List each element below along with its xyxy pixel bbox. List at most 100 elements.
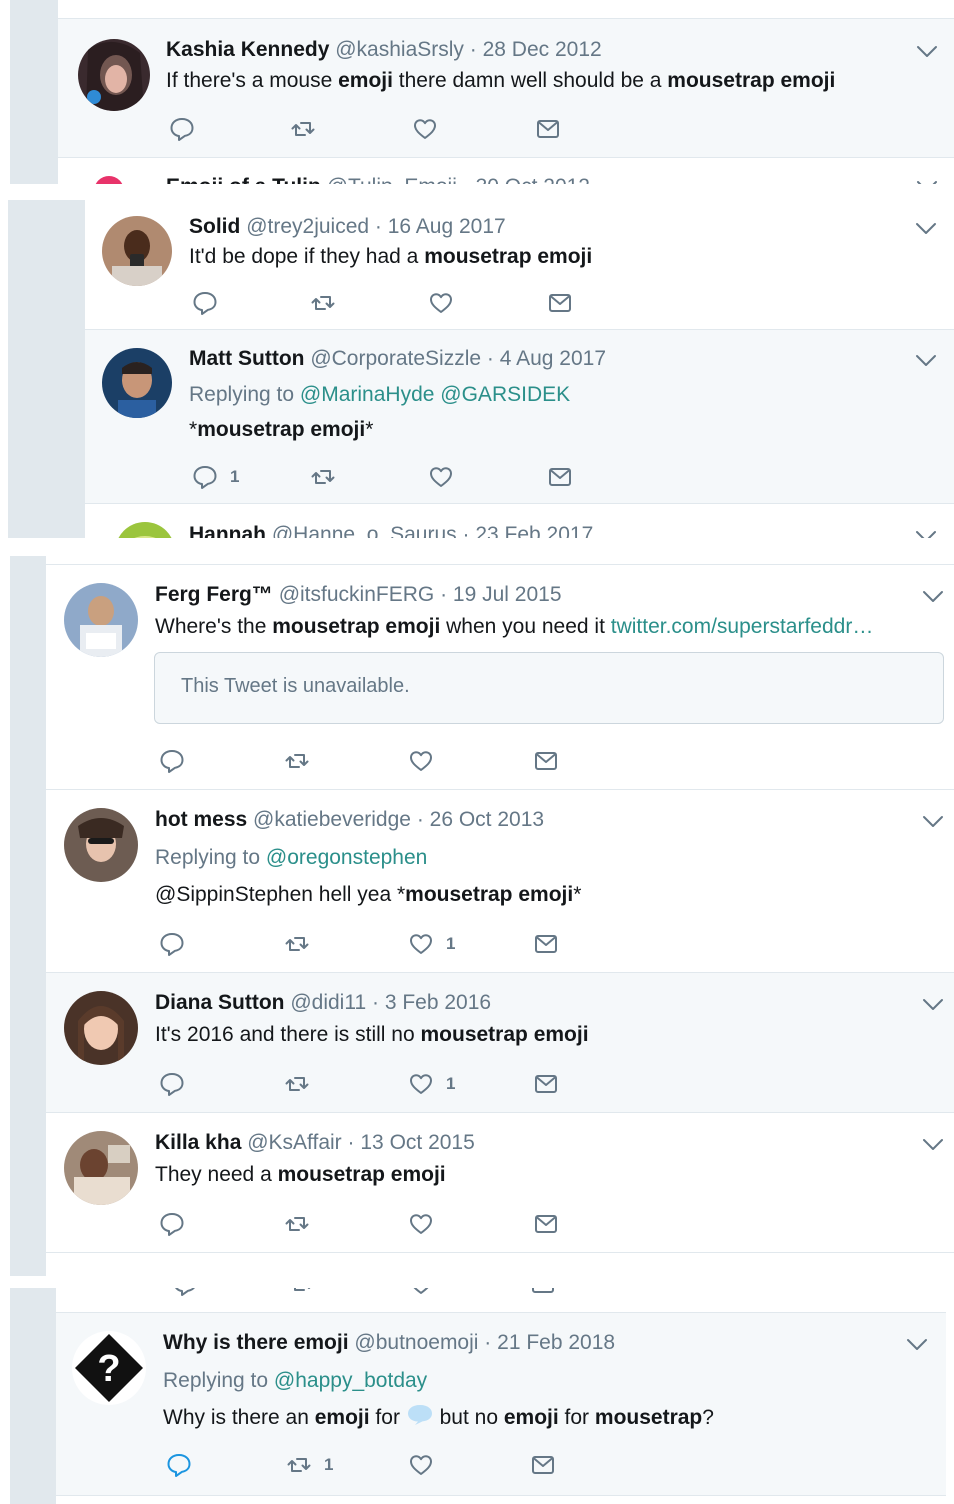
tweet-date[interactable]: 21 Feb 2018 bbox=[497, 1331, 615, 1354]
avatar[interactable] bbox=[102, 216, 172, 286]
display-name[interactable]: Diana Sutton bbox=[155, 991, 285, 1014]
reply-button[interactable] bbox=[166, 1451, 192, 1479]
retweet-button[interactable] bbox=[284, 1070, 310, 1098]
message-button[interactable] bbox=[533, 1210, 559, 1238]
avatar[interactable] bbox=[64, 1131, 138, 1205]
tweet-killa-kha[interactable]: Killa kha @KsAffair · 13 Oct 2015 They n… bbox=[46, 1113, 954, 1253]
mention-link[interactable]: @MarinaHyde bbox=[300, 383, 435, 406]
chevron-down-icon[interactable] bbox=[915, 530, 937, 538]
tweet-date[interactable]: 23 Feb 2017 bbox=[475, 523, 593, 538]
tweet-partial-tulip[interactable]: Emoji of a Tulip @Tulip_Emoji · 30 Oct 2… bbox=[58, 158, 954, 184]
tweet-date[interactable]: 16 Aug 2017 bbox=[388, 215, 506, 238]
tweet-kashia-kennedy[interactable]: Kashia Kennedy @kashiaSrsly · 28 Dec 201… bbox=[58, 18, 954, 158]
tweet-date[interactable]: 28 Dec 2012 bbox=[483, 38, 602, 61]
like-button[interactable] bbox=[408, 1210, 434, 1238]
chevron-down-icon[interactable] bbox=[916, 180, 938, 184]
display-name[interactable]: Killa kha bbox=[155, 1131, 241, 1154]
reply-button[interactable] bbox=[169, 115, 195, 143]
tweet-partial-hannah[interactable]: Hannah @Hanne_o_Saurus · 23 Feb 2017 bbox=[85, 504, 954, 538]
user-handle[interactable]: @Tulip_Emoji bbox=[327, 175, 457, 184]
chevron-down-icon[interactable] bbox=[915, 354, 937, 368]
like-button[interactable] bbox=[428, 463, 454, 491]
tweet-matt-sutton[interactable]: Matt Sutton @CorporateSizzle · 4 Aug 201… bbox=[85, 330, 954, 504]
avatar[interactable] bbox=[94, 176, 124, 184]
like-button[interactable] bbox=[408, 1288, 434, 1298]
mention-link[interactable]: @GARSIDEK bbox=[440, 383, 570, 406]
reply-button[interactable] bbox=[192, 289, 218, 317]
display-name[interactable]: Hannah bbox=[189, 523, 266, 538]
display-name[interactable]: hot mess bbox=[155, 808, 247, 831]
message-button[interactable] bbox=[547, 463, 573, 491]
like-button[interactable] bbox=[412, 115, 438, 143]
tweet-diana-sutton[interactable]: Diana Sutton @didi11 · 3 Feb 2016 It's 2… bbox=[46, 973, 954, 1113]
retweet-button[interactable]: 1 bbox=[286, 1451, 333, 1479]
avatar[interactable] bbox=[64, 808, 138, 882]
tweet-date[interactable]: 30 Oct 2012 bbox=[476, 175, 590, 184]
user-handle[interactable]: @kashiaSrsly bbox=[335, 38, 464, 61]
retweet-button[interactable] bbox=[290, 115, 316, 143]
like-button[interactable]: 1 bbox=[408, 930, 455, 958]
user-handle[interactable]: @butnoemoji bbox=[354, 1331, 478, 1354]
avatar[interactable] bbox=[115, 522, 175, 538]
like-button[interactable] bbox=[428, 289, 454, 317]
message-button[interactable] bbox=[535, 115, 561, 143]
display-name[interactable]: Kashia Kennedy bbox=[166, 38, 329, 61]
reply-button[interactable] bbox=[172, 1288, 198, 1298]
mention-link[interactable]: @oregonstephen bbox=[266, 846, 427, 869]
tweet-ferg[interactable]: Ferg Ferg™ @itsfuckinFERG · 19 Jul 2015 … bbox=[46, 564, 954, 790]
message-button[interactable] bbox=[533, 930, 559, 958]
user-handle[interactable]: @didi11 bbox=[290, 991, 366, 1014]
tweet-date[interactable]: 4 Aug 2017 bbox=[500, 347, 606, 370]
user-handle[interactable]: @KsAffair bbox=[247, 1131, 341, 1154]
retweet-button[interactable] bbox=[310, 463, 336, 491]
chevron-down-icon[interactable] bbox=[916, 45, 938, 59]
message-button[interactable] bbox=[547, 289, 573, 317]
quoted-tweet-card[interactable]: This Tweet is unavailable. bbox=[154, 652, 944, 724]
retweet-button[interactable] bbox=[310, 289, 336, 317]
message-button[interactable] bbox=[530, 1451, 556, 1479]
chevron-down-icon[interactable] bbox=[906, 1338, 928, 1352]
retweet-button[interactable] bbox=[284, 747, 310, 775]
reply-button[interactable] bbox=[159, 1210, 185, 1238]
display-name[interactable]: Emoji of a Tulip bbox=[166, 175, 321, 184]
mention-link[interactable]: @happy_botday bbox=[274, 1369, 427, 1392]
tweet-date[interactable]: 3 Feb 2016 bbox=[385, 991, 491, 1014]
like-button[interactable] bbox=[408, 747, 434, 775]
chevron-down-icon[interactable] bbox=[915, 222, 937, 236]
avatar[interactable] bbox=[64, 991, 138, 1065]
display-name[interactable]: Ferg Ferg™ bbox=[155, 583, 273, 606]
chevron-down-icon[interactable] bbox=[922, 998, 944, 1012]
avatar[interactable]: ? bbox=[72, 1331, 146, 1405]
retweet-button[interactable] bbox=[289, 1288, 315, 1298]
user-handle[interactable]: @trey2juiced bbox=[246, 215, 369, 238]
tweet-date[interactable]: 13 Oct 2015 bbox=[360, 1131, 474, 1154]
avatar[interactable] bbox=[78, 39, 150, 111]
display-name[interactable]: Matt Sutton bbox=[189, 347, 304, 370]
reply-button[interactable] bbox=[159, 747, 185, 775]
avatar[interactable] bbox=[102, 348, 172, 418]
user-handle[interactable]: @itsfuckinFERG bbox=[279, 583, 435, 606]
reply-button[interactable] bbox=[159, 930, 185, 958]
display-name[interactable]: Solid bbox=[189, 215, 240, 238]
reply-button[interactable]: 1 bbox=[192, 463, 239, 491]
tweet-link[interactable]: twitter.com/superstarfeddr… bbox=[611, 615, 874, 638]
message-button[interactable] bbox=[533, 747, 559, 775]
reply-button[interactable] bbox=[159, 1070, 185, 1098]
like-button[interactable] bbox=[408, 1451, 434, 1479]
tweet-hot-mess[interactable]: hot mess @katiebeveridge · 26 Oct 2013 R… bbox=[46, 790, 954, 973]
chevron-down-icon[interactable] bbox=[922, 590, 944, 604]
tweet-why-is-there-emoji[interactable]: ? Why is there emoji @butnoemoji · 21 Fe… bbox=[56, 1312, 946, 1496]
tweet-date[interactable]: 19 Jul 2015 bbox=[453, 583, 562, 606]
user-handle[interactable]: @katiebeveridge bbox=[253, 808, 411, 831]
avatar[interactable] bbox=[64, 583, 138, 657]
retweet-button[interactable] bbox=[284, 1210, 310, 1238]
message-button[interactable] bbox=[530, 1288, 556, 1298]
retweet-button[interactable] bbox=[284, 930, 310, 958]
display-name[interactable]: Why is there emoji bbox=[163, 1331, 349, 1354]
like-button[interactable]: 1 bbox=[408, 1070, 455, 1098]
tweet-date[interactable]: 26 Oct 2013 bbox=[430, 808, 544, 831]
chevron-down-icon[interactable] bbox=[922, 815, 944, 829]
user-handle[interactable]: @Hanne_o_Saurus bbox=[272, 523, 457, 538]
tweet-solid[interactable]: Solid @trey2juiced · 16 Aug 2017 It'd be… bbox=[85, 200, 954, 330]
message-button[interactable] bbox=[533, 1070, 559, 1098]
